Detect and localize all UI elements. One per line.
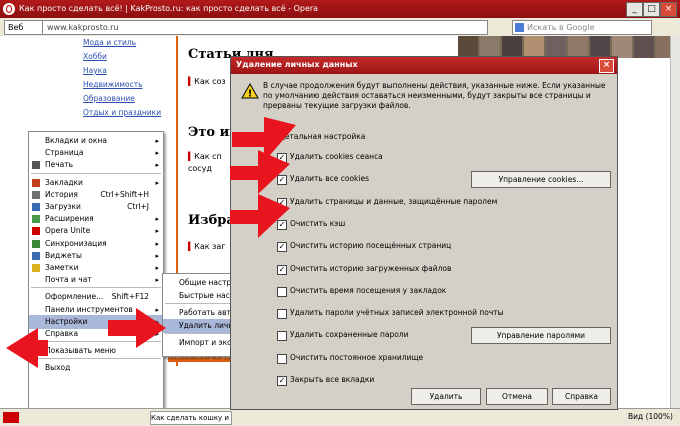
arrow-icon [6,328,48,368]
annotation-arrows [6,117,296,368]
arrow-icon [230,150,290,194]
arrow-icon [108,308,166,348]
arrow-icon [230,194,290,238]
